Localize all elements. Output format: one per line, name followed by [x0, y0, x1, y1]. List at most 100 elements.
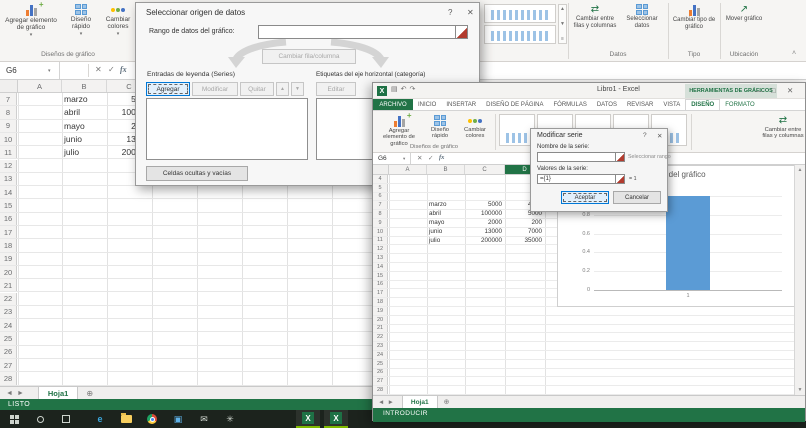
sheet-nav-right-icon[interactable]: ► [387, 399, 393, 406]
select-data-button[interactable]: Seleccionar datos [620, 2, 664, 48]
row-header[interactable]: 17 [373, 289, 388, 297]
row-header[interactable]: 26 [373, 369, 388, 377]
row-header[interactable]: 8 [0, 106, 17, 118]
move-series-down-button[interactable]: ▼ [291, 82, 304, 96]
sheet-cell-month[interactable]: marzo [429, 201, 447, 208]
row-header[interactable]: 21 [373, 325, 388, 333]
sheet-cell-month[interactable]: junio [429, 228, 442, 235]
file-explorer-icon[interactable] [114, 410, 138, 428]
scroll-down-icon[interactable]: ▼ [798, 387, 803, 393]
column-header[interactable]: A [389, 165, 427, 174]
undo-icon[interactable]: ↶ [401, 86, 410, 93]
settings-icon[interactable]: ✳ [218, 410, 242, 428]
sheet-cell-month[interactable]: marzo [64, 94, 88, 104]
row-header[interactable]: 19 [373, 307, 388, 315]
ribbon-tab[interactable]: INSERTAR [441, 99, 481, 110]
ribbon-tab[interactable]: REVISAR [622, 99, 658, 110]
gallery-scrollbar[interactable]: ▲ ▼ ≡ [558, 4, 567, 44]
row-header[interactable]: 16 [373, 281, 388, 289]
row-header[interactable]: 9 [373, 219, 388, 227]
mail-icon[interactable]: ✉ [192, 410, 216, 428]
row-header[interactable]: 24 [373, 351, 388, 359]
insert-function-icon[interactable]: fx [439, 154, 444, 161]
series-name-input[interactable] [537, 152, 625, 162]
ribbon-tab[interactable]: FÓRMULAS [549, 99, 592, 110]
ribbon-tab-contextual[interactable]: DISEÑO [685, 99, 720, 110]
sheet-cell-value[interactable]: 7000 [505, 228, 542, 235]
change-chart-type-button[interactable]: Cambiar tipo de gráfico [672, 2, 716, 48]
column-header[interactable]: B [62, 80, 107, 92]
change-colors-button[interactable]: Cambiar colores ▾ [101, 2, 135, 48]
column-header[interactable]: A [18, 80, 62, 92]
row-header[interactable]: 27 [0, 359, 17, 371]
ribbon-tab[interactable]: DATOS [592, 99, 622, 110]
scroll-up-icon[interactable]: ▲ [560, 6, 565, 12]
scroll-down-icon[interactable]: ▼ [560, 21, 565, 27]
add-chart-element-button[interactable]: + Agregar elemento de gráfico ▾ [2, 2, 60, 48]
chevron-down-icon[interactable]: ▾ [403, 156, 405, 162]
sheet-nav-left-icon[interactable]: ◄ [6, 390, 13, 397]
row-header[interactable]: 14 [0, 186, 17, 198]
row-header[interactable]: 10 [373, 228, 388, 236]
sheet-cell-month[interactable]: julio [429, 237, 440, 244]
legend-entries-list[interactable] [146, 98, 308, 160]
ribbon-tab[interactable]: DISEÑO DE PÁGINA [481, 99, 548, 110]
collapse-ribbon-icon[interactable]: ˄ [792, 50, 796, 57]
row-header[interactable]: 18 [0, 239, 17, 251]
row-header[interactable]: 28 [373, 386, 388, 394]
save-icon[interactable]: ▤ [391, 86, 401, 93]
close-window-icon[interactable]: ✕ [787, 86, 793, 95]
row-header[interactable]: 16 [0, 213, 17, 225]
minimize-icon[interactable]: — [755, 86, 763, 95]
search-icon[interactable] [28, 410, 52, 428]
sheet-tab-hoja1[interactable]: Hoja1 [402, 396, 438, 408]
scroll-up-icon[interactable]: ▲ [798, 167, 803, 173]
edge-icon[interactable]: e [88, 410, 112, 428]
sheet-cell-value[interactable]: 200 [505, 219, 542, 226]
row-header[interactable]: 6 [373, 193, 388, 201]
help-icon[interactable]: ? [643, 132, 647, 139]
task-view-icon[interactable] [54, 410, 78, 428]
row-header[interactable]: 24 [0, 319, 17, 331]
row-header[interactable]: 10 [0, 133, 17, 145]
chart-style-thumbnail[interactable] [484, 25, 556, 44]
chevron-down-icon[interactable]: ▾ [48, 68, 51, 74]
gallery-more-icon[interactable]: ≡ [561, 36, 564, 42]
sheet-cell-month[interactable]: mayo [64, 121, 85, 131]
row-header[interactable]: 9 [0, 120, 17, 132]
sheet-nav-left-icon[interactable]: ◄ [378, 399, 384, 406]
row-header[interactable]: 4 [373, 175, 388, 183]
add-sheet-icon[interactable]: ⊕ [86, 389, 93, 398]
cancel-button[interactable]: Cancelar [613, 191, 661, 204]
excel-window-button[interactable]: X [296, 410, 320, 428]
cancel-entry-icon[interactable]: ✕ [95, 65, 102, 74]
switch-row-column-dialog-button[interactable]: Cambiar fila/columna [262, 49, 356, 64]
confirm-entry-icon[interactable]: ✓ [108, 65, 115, 74]
chrome-icon[interactable] [140, 410, 164, 428]
select-all-corner[interactable] [0, 80, 18, 92]
sheet-cell-value[interactable]: 35000 [505, 237, 542, 244]
sheet-tab-hoja1[interactable]: Hoja1 [38, 387, 78, 399]
sheet-nav-right-icon[interactable]: ► [17, 390, 24, 397]
close-icon[interactable]: ✕ [657, 132, 662, 140]
row-header[interactable]: 20 [373, 316, 388, 324]
row-header[interactable]: 20 [0, 266, 17, 278]
sheet-cell-value[interactable]: 100000 [465, 210, 502, 217]
insert-function-icon[interactable]: fx [120, 65, 127, 74]
remove-series-button[interactable]: Quitar [240, 82, 274, 96]
row-header[interactable]: 15 [373, 272, 388, 280]
maximize-icon[interactable]: □ [771, 86, 776, 95]
range-picker-icon[interactable] [615, 175, 624, 183]
row-header[interactable]: 17 [0, 226, 17, 238]
store-icon[interactable]: ▣ [166, 410, 190, 428]
column-header[interactable]: B [427, 165, 465, 174]
column-header[interactable]: C [465, 165, 505, 174]
row-header[interactable]: 12 [0, 160, 17, 172]
add-series-button[interactable]: Agregar [146, 82, 190, 96]
quick-layout-button[interactable]: Diseño rápido ▾ [62, 2, 100, 48]
row-header[interactable]: 7 [373, 201, 388, 209]
add-sheet-icon[interactable]: ⊕ [444, 398, 450, 406]
ribbon-tab[interactable]: VISTA [658, 99, 685, 110]
row-header[interactable]: 23 [373, 342, 388, 350]
edit-axis-labels-button[interactable]: Editar [316, 82, 356, 96]
